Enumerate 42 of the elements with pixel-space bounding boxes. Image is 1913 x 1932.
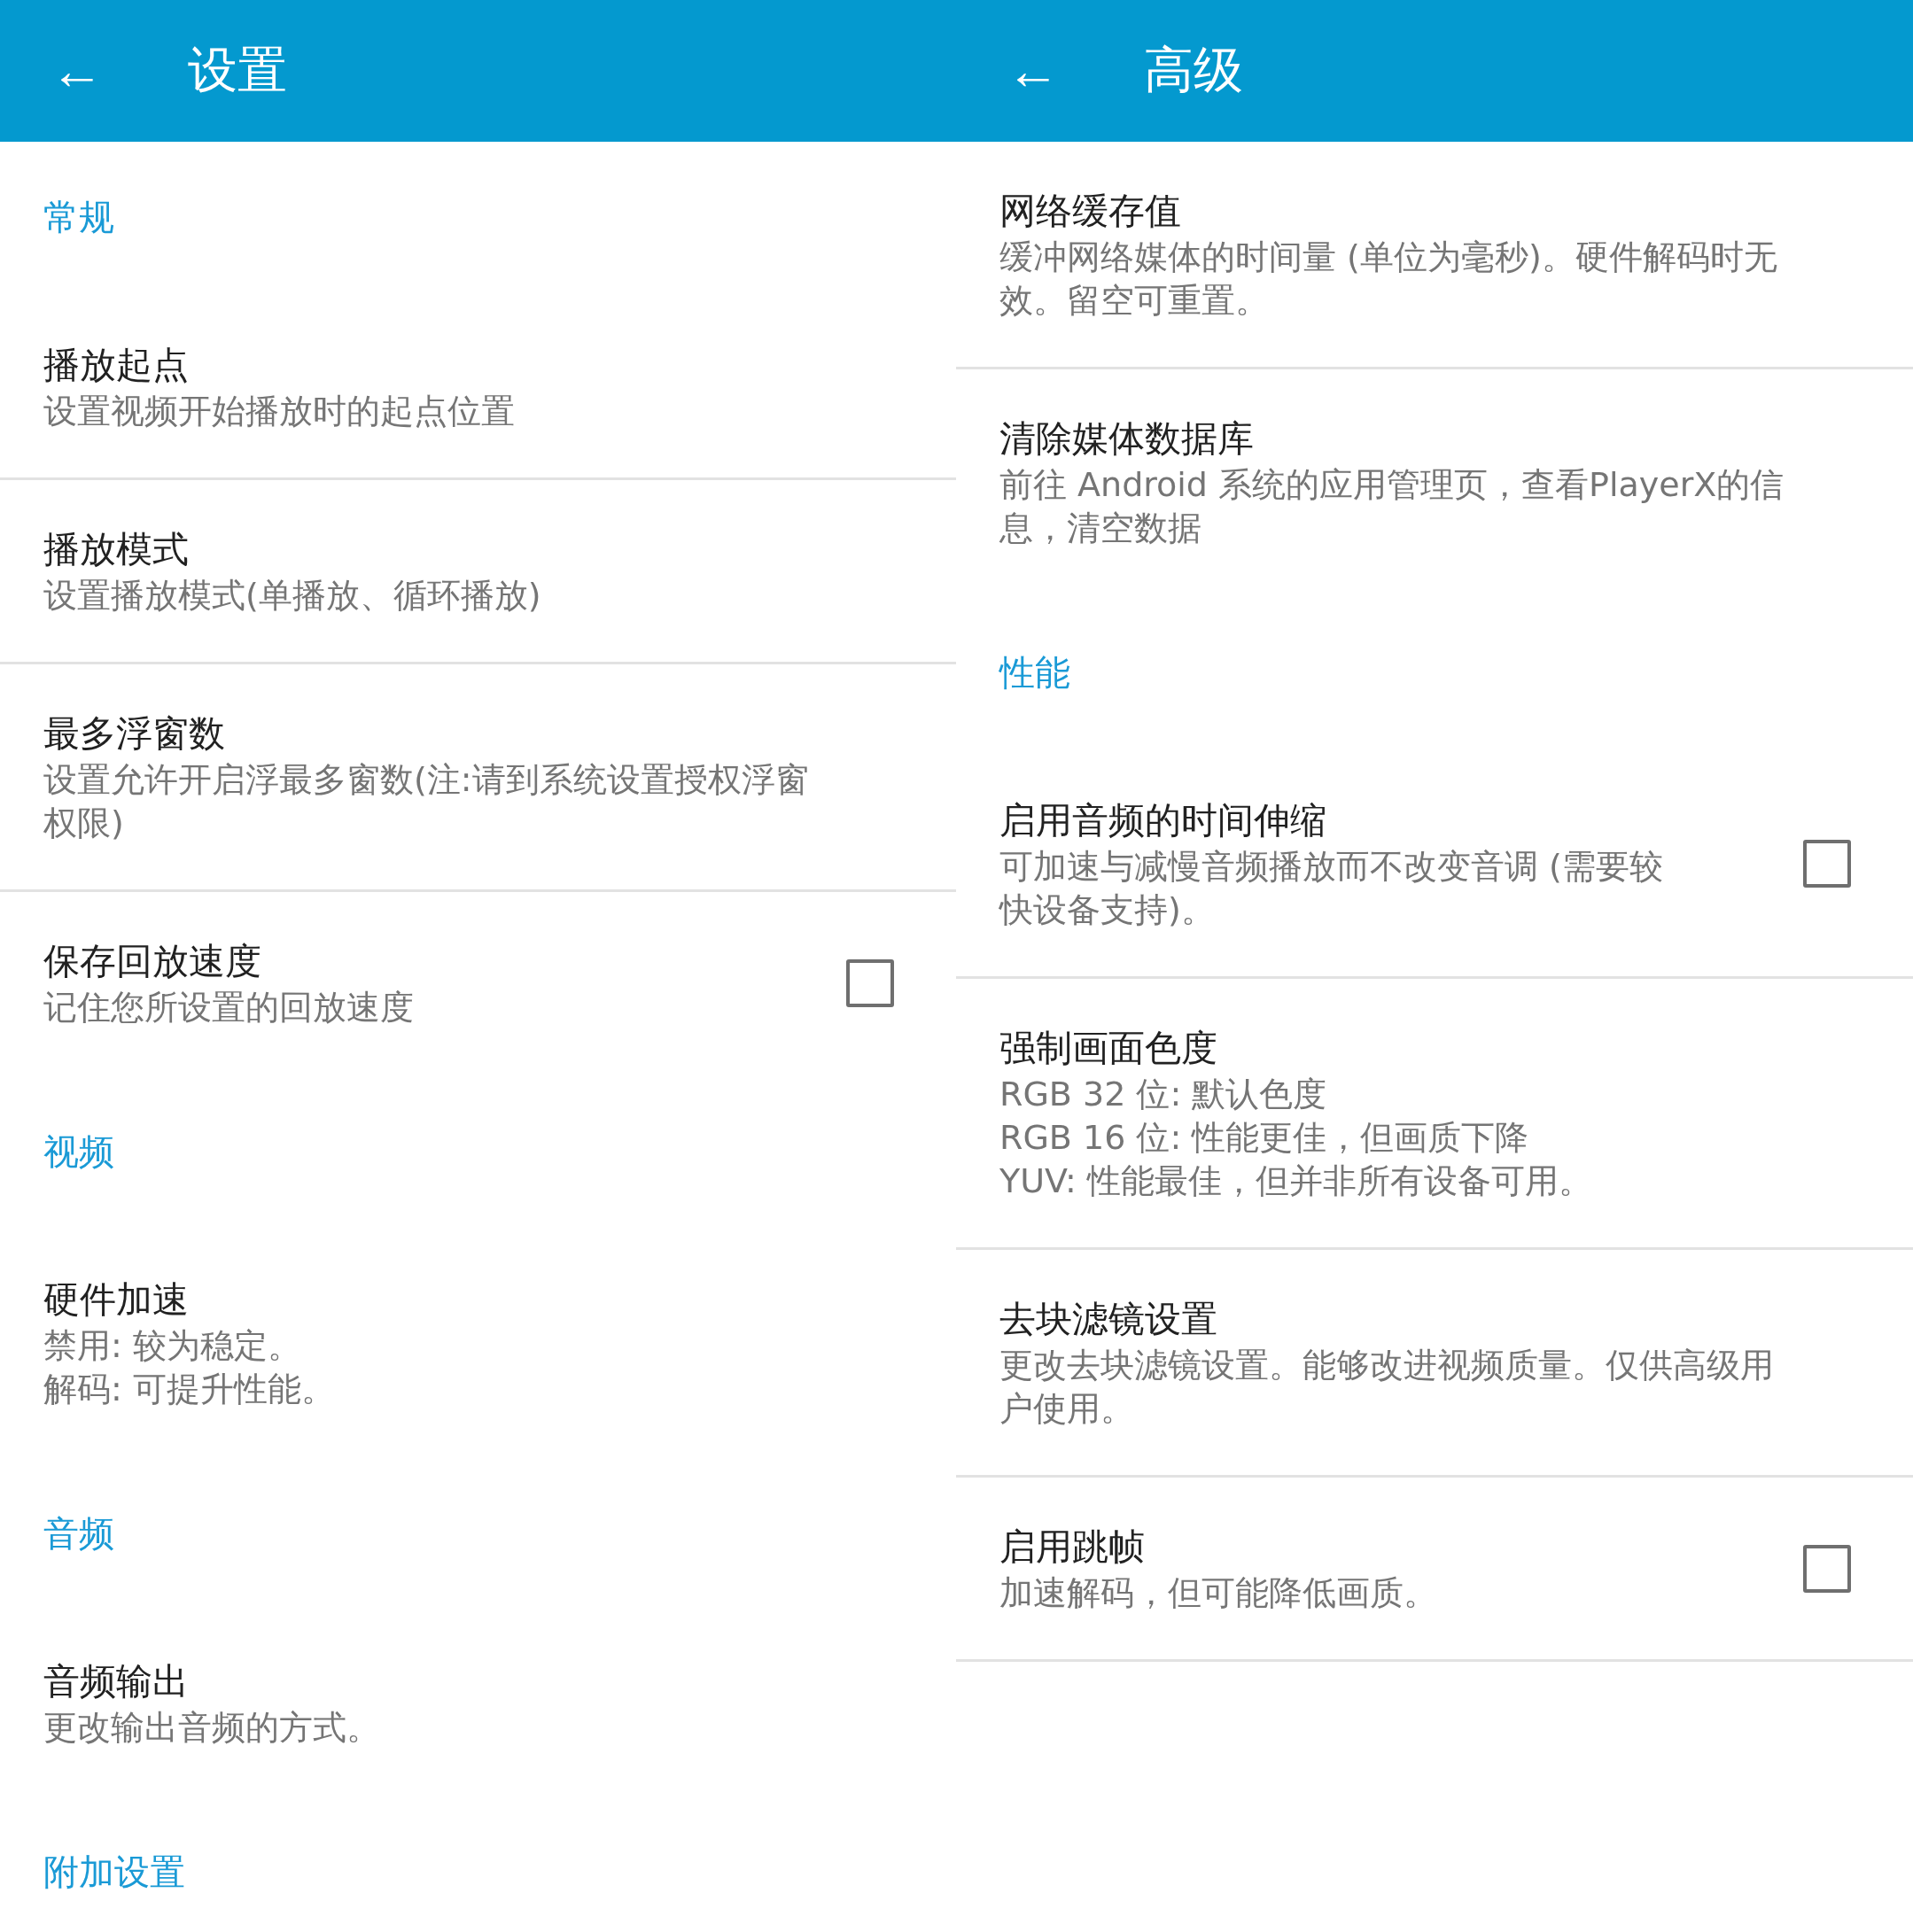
screen-title: 设置 <box>188 40 287 100</box>
setting-title[interactable]: 强制画面色度 <box>999 1023 1851 1073</box>
setting-summary: 权限) <box>43 803 125 844</box>
screen-title: 高级 <box>1144 40 1243 100</box>
section-header: 性能 <box>998 651 1071 694</box>
setting-summary: RGB 16 位: 性能更佳，但画质下降 <box>999 1117 1530 1159</box>
setting-summary: RGB 32 位: 默认色度 <box>999 1074 1328 1115</box>
setting-title[interactable]: 最多浮窗数 <box>43 709 894 758</box>
setting-title[interactable]: 硬件加速 <box>43 1275 894 1324</box>
setting-summary: 更改去块滤镜设置。能够改进视频质量。仅供高级用 <box>999 1345 1775 1386</box>
setting-summary: 记住您所设置的回放速度 <box>43 987 415 1028</box>
setting-summary: 设置允许开启浮最多窗数(注:请到系统设置授权浮窗 <box>43 759 810 801</box>
setting-title[interactable]: 启用跳帧 <box>999 1522 1768 1571</box>
setting-title[interactable]: 保存回放速度 <box>43 936 811 986</box>
setting-summary: 设置视频开始播放时的起点位置 <box>43 391 516 432</box>
setting-summary: 户使用。 <box>999 1388 1135 1430</box>
section-header: 音频 <box>43 1512 115 1556</box>
setting-summary: 前往 Android 系统的应用管理页，查看PlayerX的信 <box>999 464 1785 506</box>
setting-summary: 更改输出音频的方式。 <box>43 1707 381 1749</box>
section-header: 常规 <box>43 196 115 239</box>
setting-summary: 加速解码，但可能降低画质。 <box>999 1572 1438 1614</box>
setting-summary: 可加速与减慢音频播放而不改变音调 (需要较 <box>999 846 1664 888</box>
setting-summary: 解码: 可提升性能。 <box>43 1369 336 1410</box>
setting-summary: 禁用: 较为稳定。 <box>43 1325 302 1367</box>
setting-title[interactable]: 清除媒体数据库 <box>999 414 1851 463</box>
setting-summary: 缓冲网络媒体的时间量 (单位为毫秒)。硬件解码时无 <box>999 237 1778 278</box>
setting-title[interactable]: 去块滤镜设置 <box>999 1294 1851 1344</box>
setting-summary: 效。留空可重置。 <box>999 280 1270 322</box>
setting-title[interactable]: 网络缓存值 <box>999 186 1851 236</box>
setting-summary: 设置播放模式(单播放、循环播放) <box>43 575 542 617</box>
setting-title[interactable]: 音频输出 <box>43 1657 894 1706</box>
setting-title[interactable]: 播放起点 <box>43 340 894 390</box>
checkbox[interactable] <box>846 958 894 1007</box>
setting-title[interactable]: 播放模式 <box>43 524 894 574</box>
setting-summary: YUV: 性能最佳，但并非所有设备可用。 <box>999 1160 1593 1202</box>
checkbox[interactable] <box>1803 1544 1851 1593</box>
section-header: 附加设置 <box>43 1851 186 1894</box>
setting-title[interactable]: 启用音频的时间伸缩 <box>999 795 1768 845</box>
checkbox[interactable] <box>1803 840 1851 888</box>
section-header: 视频 <box>43 1130 115 1174</box>
setting-summary: 息，清空数据 <box>999 508 1202 549</box>
setting-summary: 快设备支持)。 <box>999 889 1216 931</box>
